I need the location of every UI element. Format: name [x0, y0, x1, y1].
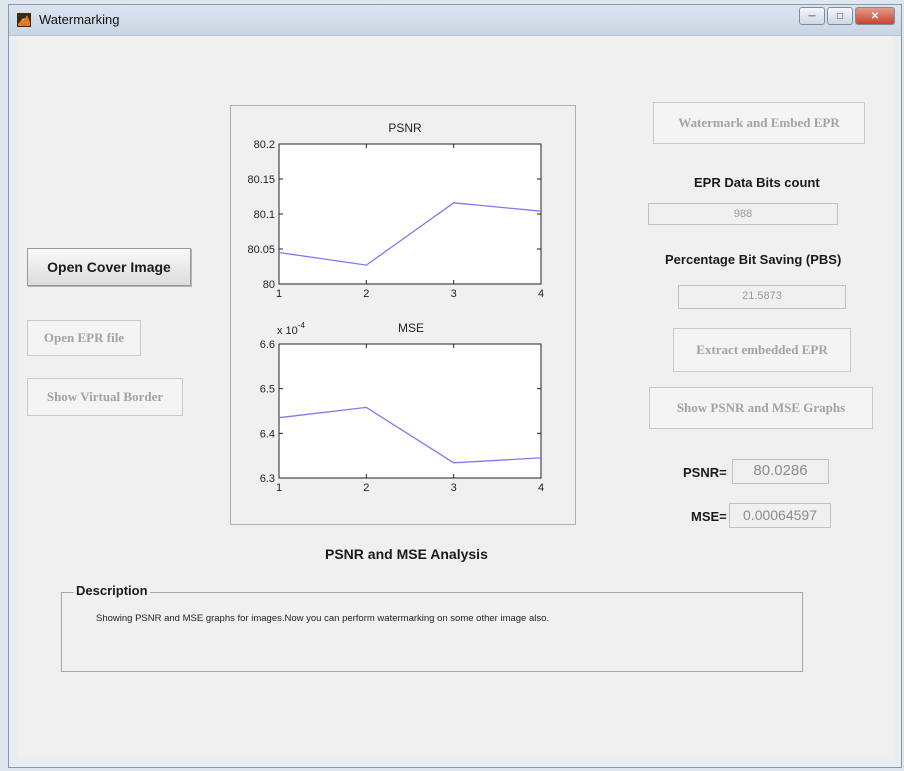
mse-label: MSE= — [691, 509, 727, 524]
mse-exponent-label: x 10-4 — [277, 321, 305, 337]
psnr-value-field[interactable]: 80.0286 — [732, 459, 829, 484]
psnr-ytick-label: 80.05 — [247, 244, 275, 256]
epr-bits-count-field[interactable]: 988 — [648, 203, 838, 225]
mse-ytick-label: 6.3 — [260, 473, 275, 485]
epr-bits-count-label: EPR Data Bits count — [694, 175, 820, 190]
psnr-xtick-label: 4 — [538, 288, 544, 300]
window-controls: ─ □ ✕ — [797, 7, 895, 25]
psnr-plot-area — [278, 143, 542, 285]
mse-axes: MSE x 10-4 1 2 3 4 6.3 6.4 6.5 6.6 — [260, 321, 544, 494]
show-virtual-border-button[interactable]: Show Virtual Border — [27, 378, 183, 416]
mse-xtick-label: 1 — [276, 482, 282, 494]
pbs-field[interactable]: 21.5873 — [678, 285, 846, 309]
psnr-label: PSNR= — [683, 465, 727, 480]
plot-panel: PSNR 1 2 3 4 80 80.05 80.1 80.15 80.2 MSE x 10-4… — [230, 105, 576, 525]
psnr-ytick-label: 80.15 — [247, 174, 275, 186]
psnr-xtick-label: 1 — [276, 288, 282, 300]
mse-xtick-label: 2 — [363, 482, 369, 494]
mse-xtick-label: 4 — [538, 482, 544, 494]
analysis-caption: PSNR and MSE Analysis — [325, 546, 488, 562]
plots-svg: PSNR 1 2 3 4 80 80.05 80.1 80.15 80.2 MSE x 10-4… — [247, 121, 544, 494]
pbs-label: Percentage Bit Saving (PBS) — [665, 252, 842, 267]
mse-ytick-label: 6.5 — [260, 384, 275, 396]
mse-xtick-label: 3 — [451, 482, 457, 494]
psnr-ytick-label: 80.1 — [254, 209, 275, 221]
mse-ytick-label: 6.4 — [260, 428, 275, 440]
psnr-xtick-label: 2 — [363, 288, 369, 300]
description-text: Showing PSNR and MSE graphs for images.N… — [96, 613, 550, 624]
figure-client-area: Open Cover Image Open EPR file Show Virt… — [17, 36, 893, 759]
description-panel: Description Showing PSNR and MSE graphs … — [61, 583, 803, 672]
mse-plot-area — [278, 343, 542, 479]
mse-value-field[interactable]: 0.00064597 — [729, 503, 831, 528]
app-window: Watermarking ─ □ ✕ Open Cover Image Open… — [8, 4, 902, 768]
psnr-chart-title: PSNR — [388, 121, 422, 135]
description-title: Description — [74, 583, 150, 598]
title-bar[interactable]: Watermarking ─ □ ✕ — [9, 5, 901, 36]
window-title: Watermarking — [39, 12, 120, 27]
matlab-app-icon — [17, 13, 31, 27]
maximize-button[interactable]: □ — [827, 7, 853, 25]
watermark-embed-epr-button[interactable]: Watermark and Embed EPR — [653, 102, 865, 144]
close-button[interactable]: ✕ — [855, 7, 895, 25]
minimize-button[interactable]: ─ — [799, 7, 825, 25]
open-cover-image-button[interactable]: Open Cover Image — [27, 248, 191, 286]
psnr-xtick-label: 3 — [451, 288, 457, 300]
psnr-ytick-label: 80.2 — [254, 139, 275, 151]
mse-ytick-label: 6.6 — [260, 339, 275, 351]
mse-chart-title: MSE — [398, 321, 424, 335]
psnr-axes: PSNR 1 2 3 4 80 80.05 80.1 80.15 80.2 — [247, 121, 544, 300]
psnr-ytick-label: 80 — [263, 279, 275, 291]
extract-embedded-epr-button[interactable]: Extract embedded EPR — [673, 328, 851, 372]
open-epr-file-button[interactable]: Open EPR file — [27, 320, 141, 356]
show-psnr-mse-graphs-button[interactable]: Show PSNR and MSE Graphs — [649, 387, 873, 429]
